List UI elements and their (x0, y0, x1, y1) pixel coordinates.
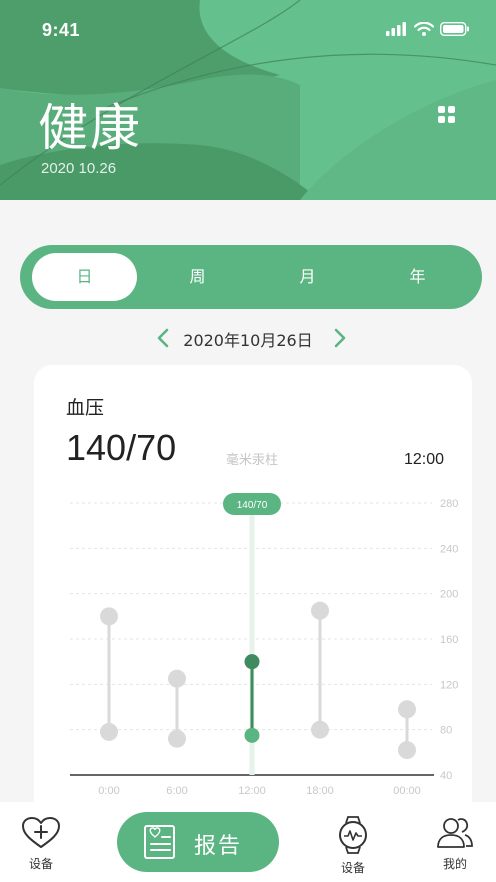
x-tick-label: 00:00 (393, 785, 421, 797)
x-tick-label: 6:00 (166, 785, 187, 797)
page-title: 健康 (38, 99, 142, 157)
tab-label: 我的 (442, 857, 467, 871)
report-icon (144, 825, 175, 859)
y-tick-label: 40 (440, 770, 452, 782)
y-tick-label: 160 (440, 634, 458, 646)
report-label: 报告 (194, 834, 243, 859)
y-tick-label: 80 (440, 725, 452, 737)
y-tick-label: 120 (440, 679, 458, 691)
tab-profile[interactable]: 我的 (434, 816, 476, 872)
blood-pressure-card: 血压 140/70 毫米汞柱 12:00 40 80 120 160 200 240 280… (34, 365, 472, 825)
heart-plus-icon (22, 817, 60, 848)
range-point-low (100, 722, 118, 741)
tab-year[interactable]: 年 (365, 253, 470, 301)
y-tick-label: 240 (440, 543, 458, 555)
highlight-label: 140/70 (237, 500, 268, 511)
tab-device[interactable]: 设备 (18, 816, 64, 872)
tab-month[interactable]: 月 (255, 253, 360, 301)
range-point-high (398, 700, 416, 719)
tab-week[interactable]: 周 (145, 253, 250, 301)
x-tick-label: 18:00 (306, 785, 334, 797)
y-tick-label: 200 (440, 589, 458, 601)
tab-label: 设备 (28, 857, 53, 871)
range-point-low (244, 727, 260, 743)
battery-icon (440, 22, 469, 36)
period-segmented-control: 日 周 月 年 (20, 245, 482, 309)
current-date: 2020年10月26日 (183, 331, 313, 350)
x-tick-label: 0:00 (98, 785, 119, 797)
users-icon (437, 818, 473, 848)
x-tick-label: 12:00 (238, 785, 266, 797)
blood-pressure-chart: 40 80 120 160 200 240 280 140/70 0:00 6:00 12:00 18… (70, 493, 458, 797)
header: 9:41 健康 2020 10.26 (0, 0, 496, 200)
tab-day[interactable]: 日 (32, 253, 137, 301)
range-point-low (311, 720, 329, 739)
wifi-icon (414, 22, 434, 36)
date-navigator: 2020年10月26日 (0, 323, 496, 353)
range-point-high (168, 669, 186, 688)
tab-watch[interactable]: 设备 (332, 816, 374, 876)
tab-label: 设备 (340, 861, 365, 875)
range-point-high (100, 607, 118, 626)
status-time: 9:41 (42, 20, 81, 40)
grid-icon[interactable] (438, 106, 456, 124)
header-date: 2020 10.26 (41, 160, 117, 177)
status-bar: 9:41 (0, 18, 496, 42)
range-point-high (311, 601, 329, 620)
chevron-right-icon[interactable] (328, 326, 350, 350)
watch-icon (339, 816, 367, 854)
status-icons (386, 22, 470, 36)
report-button[interactable]: 报告 (117, 812, 279, 872)
signal-icon (386, 22, 406, 36)
range-point-low (398, 741, 416, 760)
range-point-high (244, 654, 260, 670)
y-tick-label: 280 (440, 498, 458, 510)
range-point-low (168, 729, 186, 748)
